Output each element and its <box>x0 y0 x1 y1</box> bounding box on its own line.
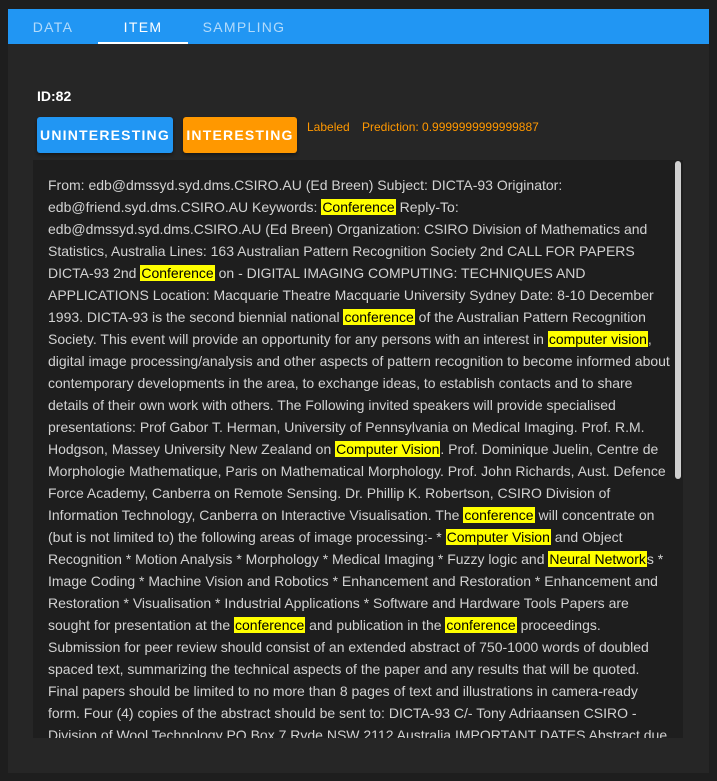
uninteresting-button[interactable]: UNINTERESTING <box>37 117 173 153</box>
text-segment: , digital image processing/analysis and … <box>48 331 670 457</box>
tab-data[interactable]: DATA <box>8 9 98 44</box>
tab-sampling[interactable]: SAMPLING <box>188 9 300 44</box>
keyword-highlight: conference <box>445 617 517 633</box>
label-status: Labeled <box>307 120 350 134</box>
tab-bar: DATA ITEM SAMPLING <box>8 9 709 44</box>
keyword-highlight: conference <box>463 507 535 523</box>
text-segment: proceedings. Submission for peer review … <box>48 617 668 738</box>
keyword-highlight: Conference <box>321 199 396 215</box>
keyword-highlight: Neural Network <box>548 551 647 567</box>
interesting-button[interactable]: INTERESTING <box>183 117 297 153</box>
item-id-label: ID:82 <box>37 88 72 104</box>
text-segment: and publication in the <box>305 617 446 633</box>
prediction-value: Prediction: 0.9999999999999887 <box>362 120 539 134</box>
keyword-highlight: Conference <box>140 265 215 281</box>
item-text-box[interactable]: From: edb@dmssyd.syd.dms.CSIRO.AU (Ed Br… <box>33 160 683 738</box>
keyword-highlight: conference <box>343 309 415 325</box>
keyword-highlight: computer vision <box>547 331 648 347</box>
tab-item[interactable]: ITEM <box>98 9 188 44</box>
keyword-highlight: conference <box>234 617 306 633</box>
keyword-highlight: Computer Vision <box>335 441 441 457</box>
text-segment: From: edb@dmssyd.syd.dms.CSIRO.AU (Ed Br… <box>48 177 563 215</box>
text-scrollbar[interactable] <box>675 161 681 479</box>
item-text-content: From: edb@dmssyd.syd.dms.CSIRO.AU (Ed Br… <box>48 174 670 738</box>
keyword-highlight: Computer Vision <box>445 529 551 545</box>
